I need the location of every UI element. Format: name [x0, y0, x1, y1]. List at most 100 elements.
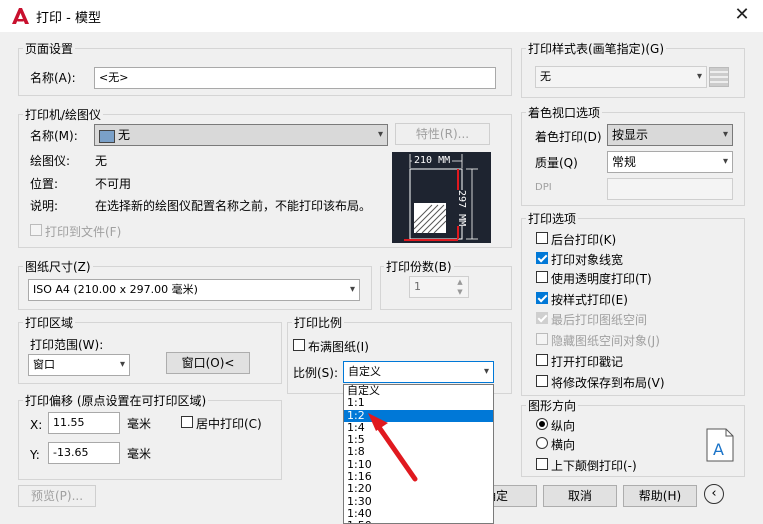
plot-option-checkbox[interactable] — [536, 312, 548, 324]
preview-height-label: 297 MM — [456, 190, 467, 227]
plot-option-label: 后台打印(K) — [551, 233, 617, 247]
preview-button[interactable]: 预览(P)... — [18, 485, 96, 507]
offset-x-unit: 毫米 — [127, 417, 152, 431]
plot-offset-title: 打印偏移 (原点设置在可打印区域) — [23, 392, 209, 409]
cancel-button[interactable]: 取消 — [543, 485, 617, 507]
printer-name-select[interactable]: 无 ▾ — [94, 124, 388, 146]
quality-value: 常规 — [612, 155, 637, 169]
portrait-label: 纵向 — [551, 419, 576, 433]
description-value: 在选择新的绘图仪配置名称之前，不能打印该布局。 — [95, 199, 372, 213]
scale-option[interactable]: 1:50 — [344, 520, 493, 523]
plot-option-label: 按样式打印(E) — [551, 293, 628, 307]
plot-style-title: 打印样式表(画笔指定)(G) — [526, 40, 667, 57]
chevron-down-icon: ▾ — [722, 156, 728, 167]
fit-to-paper-label: 布满图纸(I) — [308, 340, 369, 354]
offset-x-value: 11.55 — [53, 416, 85, 429]
autocad-logo-icon — [12, 8, 29, 24]
printer-title: 打印机/绘图仪 — [23, 106, 104, 123]
plot-range-select[interactable]: 窗口 ▾ — [28, 354, 130, 376]
offset-y-value: -13.65 — [53, 446, 89, 459]
fit-to-paper-checkbox[interactable] — [293, 339, 305, 351]
page-setup-name-value: <无> — [99, 71, 129, 84]
scale-label: 比例(S): — [293, 366, 339, 380]
plot-option-checkbox[interactable] — [536, 252, 548, 264]
offset-y-field[interactable]: -13.65 — [48, 442, 120, 464]
shade-plot-select[interactable]: 按显示 ▾ — [607, 124, 733, 146]
plotter-value: 无 — [95, 154, 108, 168]
plot-option-checkbox[interactable] — [536, 271, 548, 283]
shade-plot-value: 按显示 — [612, 128, 649, 142]
dpi-field[interactable] — [607, 178, 733, 200]
annotation-arrow — [368, 413, 418, 482]
plotter-label: 绘图仪: — [30, 154, 71, 168]
window-select-button[interactable]: 窗口(O)< — [166, 352, 250, 374]
chevron-down-icon: ▾ — [119, 359, 125, 370]
plot-option-checkbox[interactable] — [536, 292, 548, 304]
plot-option-checkbox[interactable] — [536, 232, 548, 244]
copies-title: 打印份数(B) — [384, 258, 454, 275]
help-button[interactable]: 帮助(H) — [623, 485, 697, 507]
center-plot-checkbox[interactable] — [181, 416, 193, 428]
dpi-label: DPI — [535, 182, 552, 193]
paper-size-title: 图纸尺寸(Z) — [23, 258, 93, 275]
where-label: 位置: — [30, 177, 59, 191]
collapse-options-icon[interactable]: ‹ — [704, 484, 724, 504]
landscape-radio[interactable] — [536, 437, 548, 449]
preview-width-label: 210 MM — [412, 155, 453, 166]
offset-y-label: Y: — [30, 448, 40, 462]
where-value: 不可用 — [95, 177, 132, 191]
properties-button[interactable]: 特性(R)... — [395, 123, 490, 145]
portrait-radio[interactable] — [536, 418, 548, 430]
plot-option-label: 使用透明度打印(T) — [551, 272, 652, 286]
portrait-page-icon: A — [706, 428, 734, 462]
paper-size-value: ISO A4 (210.00 x 297.00 毫米) — [33, 283, 198, 296]
offset-x-field[interactable]: 11.55 — [48, 412, 120, 434]
title-bar — [0, 0, 763, 32]
chevron-down-icon: ▾ — [377, 129, 383, 140]
plot-range-label: 打印范围(W): — [30, 338, 104, 352]
plot-scale-title: 打印比例 — [292, 314, 345, 331]
printer-name-value: 无 — [118, 128, 131, 142]
shaded-viewport-title: 着色视口选项 — [526, 104, 603, 121]
plot-option-label: 最后打印图纸空间 — [551, 313, 648, 327]
landscape-label: 横向 — [551, 438, 576, 452]
upside-down-checkbox[interactable] — [536, 458, 548, 470]
scale-value: 自定义 — [348, 365, 381, 378]
plot-option-checkbox[interactable] — [536, 354, 548, 366]
window-title: 打印 - 模型 — [36, 11, 101, 26]
description-label: 说明: — [30, 199, 59, 213]
scale-option[interactable]: 1:20 — [344, 483, 493, 495]
printer-icon — [99, 129, 115, 143]
page-setup-name-label: 名称(A): — [30, 71, 76, 85]
plot-option-label: 隐藏图纸空间对象(J) — [551, 334, 660, 348]
upside-down-label: 上下颠倒打印(-) — [551, 459, 637, 473]
plot-option-label: 打开打印戳记 — [551, 355, 624, 369]
copies-value: 1 — [414, 280, 421, 293]
offset-y-unit: 毫米 — [127, 447, 152, 461]
quality-label: 质量(Q) — [535, 156, 578, 170]
chevron-down-icon: ▾ — [696, 71, 702, 82]
orientation-title: 图形方向 — [526, 397, 579, 414]
plot-option-label: 将修改保存到布局(V) — [551, 376, 665, 390]
quality-select[interactable]: 常规 ▾ — [607, 151, 733, 173]
copies-spinner-icon[interactable]: ▲ ▼ — [453, 277, 467, 297]
plot-range-value: 窗口 — [33, 358, 55, 371]
print-to-file-checkbox[interactable] — [30, 224, 42, 236]
plot-style-value: 无 — [540, 70, 551, 83]
plot-option-checkbox[interactable] — [536, 375, 548, 387]
plot-option-checkbox[interactable] — [536, 333, 548, 345]
scale-option[interactable]: 自定义 — [344, 385, 493, 397]
plot-area-title: 打印区域 — [23, 314, 76, 331]
page-setup-name-field[interactable]: <无> — [94, 67, 496, 89]
scale-select[interactable]: 自定义 ▾ — [343, 361, 494, 383]
close-icon[interactable]: ✕ — [732, 4, 752, 26]
chevron-down-icon: ▾ — [722, 129, 728, 140]
chevron-down-icon: ▾ — [349, 284, 355, 295]
plot-option-label: 打印对象线宽 — [551, 253, 624, 267]
center-plot-label: 居中打印(C) — [196, 417, 262, 431]
paper-size-select[interactable]: ISO A4 (210.00 x 297.00 毫米) ▾ — [28, 279, 360, 301]
edit-plot-style-icon[interactable] — [709, 67, 729, 87]
plot-options-title: 打印选项 — [526, 210, 579, 227]
page-setup-title: 页面设置 — [23, 40, 76, 57]
plot-style-select[interactable]: 无 ▾ — [535, 66, 707, 88]
